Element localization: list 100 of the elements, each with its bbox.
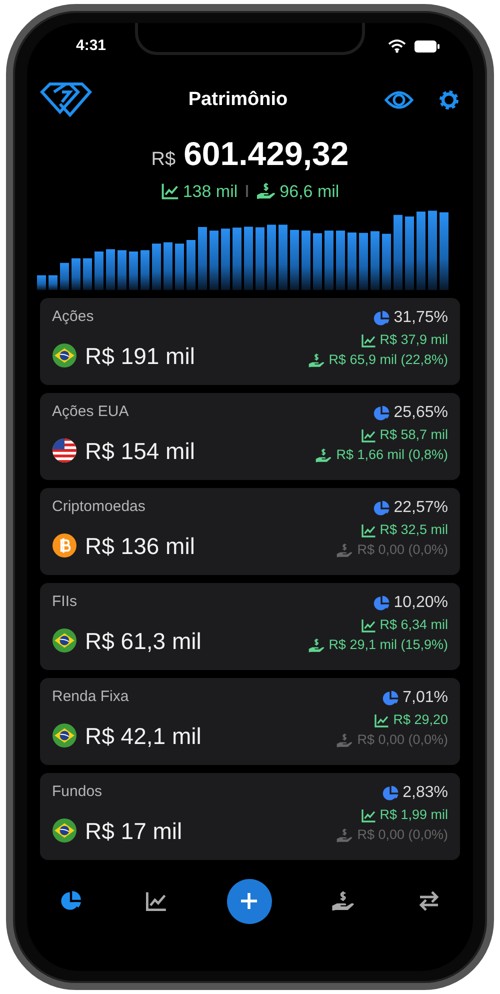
screen-title: Patrimônio [188, 88, 288, 112]
chart-bar [118, 250, 126, 290]
pie-chart-icon [60, 890, 82, 912]
allocation-percent: 2,83% [402, 783, 448, 803]
category-name: Ações [52, 307, 95, 327]
hand-coin-icon [336, 826, 354, 844]
gain-value: R$ 29,20 [393, 711, 448, 729]
line-chart-icon [360, 808, 376, 823]
gain-value: R$ 37,9 mil [380, 331, 448, 349]
allocation-percent: 10,20% [394, 593, 448, 613]
transfer-arrows-icon [418, 890, 440, 912]
chart-bar [129, 252, 138, 290]
currency-label: R$ [151, 148, 176, 172]
plus-icon [239, 891, 259, 911]
category-name: FIIs [52, 592, 78, 612]
asset-card[interactable]: FIIs R$ 61,3 mil 10,20% R$ 6,34 mil R$ 29,1 mil (15,9%) [40, 583, 460, 670]
hand-coin-icon [308, 352, 325, 369]
chart-bar [83, 258, 92, 290]
usa-flag-icon [52, 438, 77, 464]
status-time: 4:31 [76, 36, 106, 56]
chart-bar [175, 244, 184, 290]
chart-bar [140, 250, 150, 290]
chart-bar [302, 230, 310, 290]
chart-bar [221, 228, 230, 290]
category-name: Ações EUA [52, 402, 130, 422]
chart-bar [164, 242, 172, 290]
chart-bar [60, 262, 69, 290]
category-value: R$ 42,1 mil [85, 722, 202, 750]
brazil-flag-icon [52, 723, 77, 748]
chart-bar [244, 226, 253, 290]
chart-bar [267, 224, 276, 290]
chart-bar [336, 230, 345, 290]
category-name: Criptomoedas [52, 497, 146, 517]
pie-chart-icon [372, 500, 390, 516]
diamond-logo-icon [40, 82, 92, 118]
dividends-value: R$ 0,00 (0,0%) [357, 541, 448, 560]
hand-coin-icon [315, 446, 332, 464]
hand-coin-icon [308, 636, 325, 654]
chart-bar [232, 228, 242, 290]
chart-bar [348, 232, 356, 290]
asset-card[interactable]: Fundos R$ 17 mil 2,83% R$ 1,99 mil R$ 0,00 (0,0%) [40, 773, 460, 860]
gain-value: R$ 1,99 mil [380, 806, 448, 824]
pie-chart-icon [372, 594, 390, 612]
total-value: 601.429,32 [184, 134, 349, 174]
line-chart-icon [360, 332, 376, 348]
chart-bar [256, 227, 264, 290]
chart-bar [186, 240, 196, 290]
category-value: R$ 154 mil [85, 436, 195, 466]
wifi-icon [388, 39, 406, 53]
bitcoin-icon [52, 533, 77, 558]
allocation-percent: 25,65% [394, 403, 448, 423]
category-name: Fundos [52, 782, 104, 802]
dividends-value: R$ 65,9 mil (22,8%) [328, 351, 448, 370]
chart-bar [106, 249, 115, 290]
allocation-percent: 7,01% [402, 688, 448, 708]
chart-bar [359, 232, 368, 290]
chart-bar [198, 227, 207, 290]
pie-chart-icon [382, 784, 399, 802]
category-value: R$ 136 mil [85, 532, 195, 560]
asset-card[interactable]: Renda Fixa R$ 42,1 mil 7,01% R$ 29,20 R$ 0,00 (0,0%) [40, 678, 460, 765]
allocation-percent: 22,57% [394, 498, 448, 518]
pie-chart-icon [372, 310, 390, 326]
asset-card[interactable]: Criptomoedas R$ 136 mil 22,57% R$ 32,5 mil R$ 0,00 (0,0%) [40, 488, 460, 575]
dividends-total: 96,6 mil [280, 180, 340, 202]
line-chart-icon [145, 890, 168, 912]
pie-chart-icon [382, 690, 399, 706]
chart-bar [370, 231, 380, 290]
gain-value: R$ 58,7 mil [380, 426, 448, 444]
chart-bar [278, 224, 288, 290]
gain-value: R$ 32,5 mil [380, 521, 448, 539]
hand-coin-icon [256, 181, 276, 202]
line-chart-icon [360, 522, 376, 538]
chart-bar [210, 230, 218, 290]
battery-icon [414, 40, 440, 52]
pie-chart-icon [372, 404, 390, 422]
category-value: R$ 17 mil [85, 816, 182, 846]
brazil-flag-icon [52, 628, 77, 654]
add-button[interactable] [226, 878, 272, 924]
hand-coin-icon [336, 732, 354, 749]
allocation-percent: 31,75% [394, 308, 448, 328]
settings-icon[interactable] [438, 89, 460, 111]
gain-total: 138 mil [182, 180, 238, 202]
chart-bar [94, 252, 104, 290]
eye-icon[interactable] [384, 89, 414, 111]
chart-bar [324, 230, 334, 290]
asset-card[interactable]: Ações R$ 191 mil 31,75% R$ 37,9 mil R$ 65,9 mil (22,8%) [40, 298, 460, 385]
gain-value: R$ 6,34 mil [380, 616, 448, 634]
chart-bar [382, 234, 391, 290]
category-name: Renda Fixa [52, 687, 130, 707]
asset-card[interactable]: Ações EUA R$ 154 mil 25,65% R$ 58,7 mil R$ 1,66 mil (0,8%) [40, 393, 460, 480]
dividends-value: R$ 1,66 mil (0,8%) [336, 446, 448, 464]
line-chart-icon [360, 618, 376, 633]
line-chart-icon [360, 428, 376, 443]
dividends-value: R$ 0,00 (0,0%) [357, 731, 448, 750]
chart-bar [37, 275, 46, 290]
hand-coin-icon [330, 889, 355, 913]
brazil-flag-icon [52, 343, 77, 368]
chart-bar [290, 230, 299, 290]
line-chart-icon [374, 712, 390, 728]
chart-bar [152, 244, 161, 290]
